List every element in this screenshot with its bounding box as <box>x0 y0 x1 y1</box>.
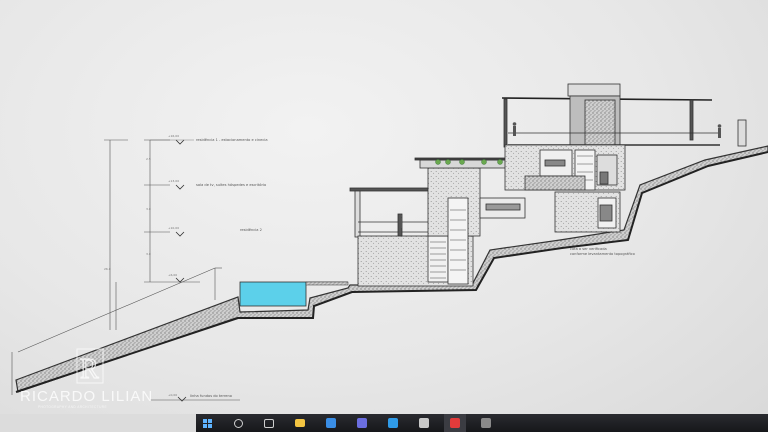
task-view-icon <box>264 418 274 428</box>
upper-residence <box>501 83 747 233</box>
level-value-3: +10,00 <box>168 226 179 230</box>
watermark-brand: RICARDO LILIAN <box>20 388 153 405</box>
dim-3: 3.0 <box>146 252 151 256</box>
dim-2: 3.0 <box>146 207 151 211</box>
level-value-5: +0,00 <box>168 393 177 397</box>
label-residencia-2: residência 2 <box>240 228 262 232</box>
store-button[interactable] <box>382 414 404 432</box>
dim-4: 26.0 <box>104 267 111 271</box>
watermark-tagline: PHOTOGRAPHY AND ARCHITECTURE <box>38 405 107 409</box>
monitor-screen: +16,00 +13,00 +10,00 +6,00 +0,00 2.5 3.0… <box>0 0 768 432</box>
label-residencia-1: residência 1 - estacionamento e cinecia <box>196 138 268 142</box>
level-value-2: +13,00 <box>168 179 179 183</box>
teams-button[interactable] <box>351 414 373 432</box>
mail-button[interactable] <box>320 414 342 432</box>
task-view-button[interactable] <box>258 414 280 432</box>
autocad-button[interactable] <box>444 414 466 432</box>
note-cota: cota a ser verificada <box>570 247 607 251</box>
app-icon <box>419 418 429 428</box>
windows-start-button[interactable] <box>196 414 218 432</box>
app-button[interactable] <box>413 414 435 432</box>
autocad-icon <box>450 418 460 428</box>
app-button-2[interactable] <box>475 414 497 432</box>
label-linha-fundos: linha fundos do terreno <box>190 394 232 398</box>
store-icon <box>388 418 398 428</box>
file-explorer-button[interactable] <box>289 414 311 432</box>
app-icon-2 <box>481 418 491 428</box>
windows-start-icon <box>202 418 212 428</box>
pool <box>239 281 307 307</box>
search-button[interactable] <box>227 414 249 432</box>
file-explorer-icon <box>295 419 305 427</box>
watermark-logo-letter: R <box>80 354 99 385</box>
lower-residence <box>349 157 526 287</box>
search-icon <box>233 418 243 428</box>
architectural-section-drawing: +16,00 +13,00 +10,00 +6,00 +0,00 2.5 3.0… <box>11 83 768 409</box>
mail-icon <box>326 418 336 428</box>
taskbar-left-gap <box>0 414 196 432</box>
note-levantamento: conforme levantamento topográfico <box>570 252 635 256</box>
dim-1: 2.5 <box>146 157 151 161</box>
windows-taskbar <box>0 414 768 432</box>
level-value-1: +16,00 <box>168 134 179 138</box>
level-value-4: +6,00 <box>168 273 177 277</box>
label-sala-tv: sala de tv, suítes hóspedes e escritório <box>196 183 266 187</box>
dimension-lines <box>11 139 240 401</box>
teams-icon <box>357 418 367 428</box>
